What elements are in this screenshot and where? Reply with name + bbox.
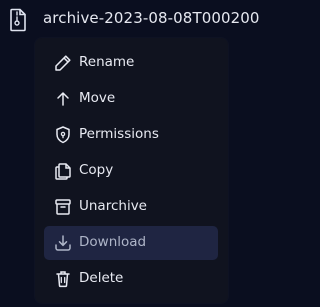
menu-item-label: Delete: [79, 270, 124, 286]
menu-item-label: Rename: [79, 54, 135, 70]
menu-item-move[interactable]: Move: [44, 82, 218, 116]
context-menu: Rename Move Permissions Copy Unarchive D…: [35, 38, 228, 303]
archive-file-icon: [10, 8, 26, 32]
menu-item-rename[interactable]: Rename: [44, 46, 218, 80]
menu-item-label: Copy: [79, 162, 114, 178]
trash-icon: [56, 271, 70, 288]
menu-item-delete[interactable]: Delete: [44, 262, 218, 296]
pencil-icon: [55, 55, 71, 71]
menu-item-label: Permissions: [79, 126, 159, 142]
copy-icon: [55, 163, 71, 180]
arrow-up-icon: [57, 92, 69, 106]
menu-item-permissions[interactable]: Permissions: [44, 118, 218, 152]
shield-icon: [56, 126, 70, 144]
menu-item-copy[interactable]: Copy: [44, 154, 218, 188]
file-row[interactable]: archive-2023-08-08T000200: [0, 0, 259, 38]
menu-item-label: Download: [79, 234, 147, 250]
menu-item-download[interactable]: Download: [44, 226, 218, 260]
file-name[interactable]: archive-2023-08-08T000200: [43, 9, 260, 27]
download-icon: [55, 235, 71, 251]
menu-item-label: Unarchive: [79, 198, 147, 214]
menu-item-unarchive[interactable]: Unarchive: [44, 190, 218, 224]
app-root: archive-2023-08-08T000200 Rename Move Pe…: [0, 0, 259, 307]
unarchive-icon: [55, 199, 71, 215]
menu-item-label: Move: [79, 90, 116, 106]
